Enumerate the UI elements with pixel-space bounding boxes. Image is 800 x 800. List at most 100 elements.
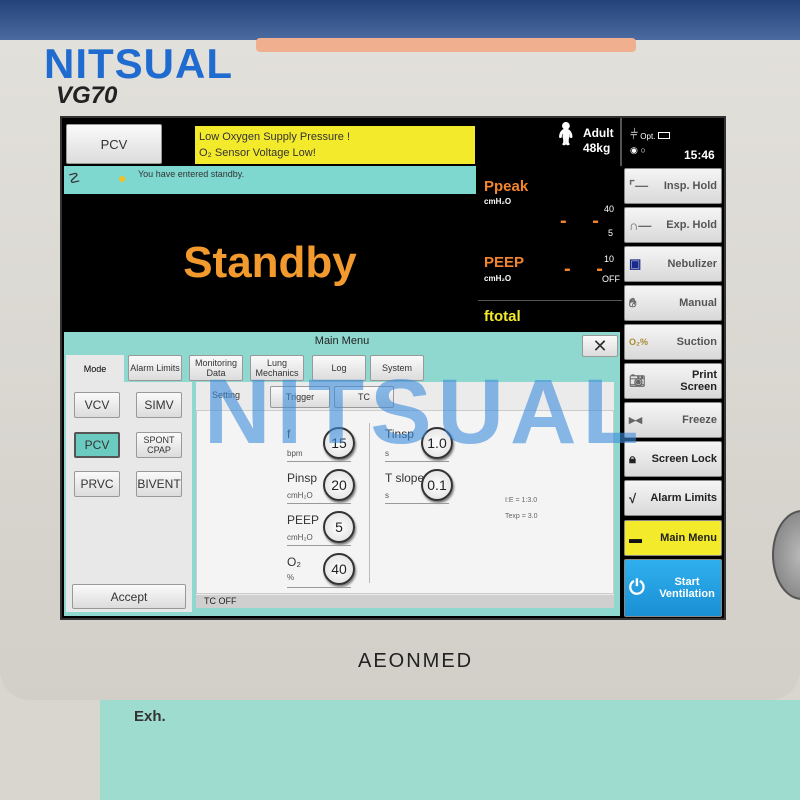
patient-weight: 48kg	[582, 141, 611, 155]
button-label: Main Menu	[660, 532, 717, 544]
peep-unit: cmH₂O	[484, 274, 512, 283]
param-label: Tinsp	[385, 427, 414, 441]
mode-pcv[interactable]: PCV	[74, 432, 120, 458]
battery-icon	[657, 132, 670, 139]
tab-system[interactable]: System	[370, 355, 424, 381]
device-lower-panel	[100, 700, 800, 800]
pinsp-dial[interactable]: 20	[323, 469, 355, 501]
param-label: f	[287, 427, 291, 441]
lightbulb-icon: ●	[118, 170, 127, 186]
param-unit: s	[385, 491, 389, 500]
divider	[287, 503, 351, 504]
button-label: Manual	[679, 297, 717, 309]
tab-alarm-limits[interactable]: Alarm Limits	[128, 355, 182, 381]
alarm-message: O₂ Sensor Voltage Low!	[199, 147, 316, 159]
tab-lung-mechanics[interactable]: Lung Mechanics	[250, 355, 304, 381]
person-icon: 🧍︎	[552, 121, 580, 146]
peep-dial[interactable]: 5	[323, 511, 355, 543]
param-label: T slope	[385, 471, 425, 485]
ppeak-unit: cmH₂O	[484, 197, 512, 206]
subtab-trigger[interactable]: Trigger	[270, 386, 330, 408]
main-menu-button[interactable]: ▬ Main Menu	[624, 520, 722, 556]
screen-lock-button[interactable]: 🔒︎ Screen Lock	[624, 441, 722, 477]
patient-info[interactable]: 🧍︎ Adult 48kg	[552, 121, 614, 156]
button-label: Alarm Limits	[650, 492, 717, 504]
accept-button[interactable]: Accept	[72, 584, 186, 609]
menu-icon: ▬	[629, 530, 642, 546]
camera-icon: 📷︎	[629, 373, 646, 388]
o2-dial[interactable]: 40	[323, 553, 355, 585]
dialog-title: Main Menu	[314, 335, 370, 347]
message-bar: ☡ ● You have entered standby.	[64, 166, 476, 194]
ie-ratio: I:E = 1:3.0	[505, 497, 538, 504]
mode-bivent[interactable]: BIVENT	[136, 471, 182, 497]
f-dial[interactable]: 15	[323, 427, 355, 459]
monitoring-panel: Ppeak cmH₂O 40 - - 5 PEEP cmH₂O 10 - - O…	[478, 166, 622, 332]
param-unit: %	[287, 573, 295, 582]
tab-mode[interactable]: Mode	[66, 355, 124, 383]
insp-hold-button[interactable]: ⌜— Insp. Hold	[624, 168, 722, 204]
exp-hold-icon: ∩—	[629, 217, 652, 233]
alarm-limits-button[interactable]: √ Alarm Limits	[624, 480, 722, 516]
param-unit: bpm	[287, 449, 303, 458]
main-menu-dialog: Main Menu ✕ Mode Alarm Limits Monitoring…	[64, 332, 620, 616]
lock-icon: 🔒︎	[629, 451, 636, 466]
param-label: O₂	[287, 555, 301, 569]
mode-prvc[interactable]: PRVC	[74, 471, 120, 497]
tslope-dial[interactable]: 0.1	[421, 469, 453, 501]
settings-content: f bpm 15 Pinsp cmH₂O 20 PEEP cmH₂O 5 O₂ …	[196, 410, 614, 594]
exp-hold-button[interactable]: ∩— Exp. Hold	[624, 207, 722, 243]
ftotal-label: ftotal	[484, 308, 521, 325]
current-mode-button[interactable]: PCV	[66, 124, 162, 164]
button-label: Exp. Hold	[666, 219, 717, 231]
manufacturer-logo: AEONMED	[358, 650, 474, 672]
divider	[369, 423, 370, 583]
subtab-tc[interactable]: TC	[334, 386, 394, 408]
ventilator-screen: PCV Low Oxygen Supply Pressure ! O₂ Sens…	[60, 116, 726, 620]
mode-vcv[interactable]: VCV	[74, 392, 120, 418]
button-label: Screen Lock	[651, 453, 717, 465]
start-ventilation-button[interactable]: ⏻ Start Ventilation	[624, 559, 722, 617]
suction-icon: O₂%	[629, 337, 649, 347]
close-button[interactable]: ✕	[582, 335, 618, 357]
freeze-button[interactable]: ▸◂ Freeze	[624, 402, 722, 438]
button-label: Nebulizer	[667, 258, 717, 270]
tinsp-dial[interactable]: 1.0	[421, 427, 453, 459]
subtab-setting[interactable]: Setting	[212, 390, 240, 400]
print-screen-button[interactable]: 📷︎ Print Screen	[624, 363, 722, 399]
mode-spont-cpap[interactable]: SPONT CPAP	[136, 432, 182, 458]
divider	[385, 461, 449, 462]
peep-label: PEEP	[484, 254, 525, 271]
power-icon: ⏻	[629, 576, 645, 599]
alarm-banner[interactable]: Low Oxygen Supply Pressure ! O₂ Sensor V…	[195, 126, 475, 164]
manual-button[interactable]: ✋︎ Manual	[624, 285, 722, 321]
button-label: Freeze	[682, 414, 717, 426]
divider	[287, 545, 351, 546]
divider	[287, 587, 351, 588]
ppeak-low-limit: 5	[608, 228, 614, 238]
power-label: Opt.	[640, 132, 656, 141]
divider	[478, 300, 622, 301]
alarm-limits-icon: √	[629, 490, 637, 506]
freeze-icon: ▸◂	[629, 412, 643, 427]
texp-value: Texp = 3.0	[505, 513, 538, 520]
param-label: Pinsp	[287, 471, 318, 485]
exhalation-port-label: Exh.	[134, 708, 166, 725]
divider	[385, 503, 449, 504]
tab-log[interactable]: Log	[312, 355, 366, 381]
divider	[620, 118, 622, 166]
tab-monitoring-data[interactable]: Monitoring Data	[189, 355, 243, 381]
mode-simv[interactable]: SIMV	[136, 392, 182, 418]
button-label: Print Screen	[680, 369, 717, 393]
button-label: Insp. Hold	[663, 180, 717, 192]
param-unit: s	[385, 449, 389, 458]
suction-button[interactable]: O₂% Suction	[624, 324, 722, 360]
patient-type: Adult	[582, 126, 614, 140]
button-label: Suction	[676, 336, 717, 348]
nebulizer-button[interactable]: ▣ Nebulizer	[624, 246, 722, 282]
param-label: PEEP	[287, 513, 320, 527]
power-source-indicator: ◉ ○	[630, 145, 646, 155]
param-unit: cmH₂O	[287, 533, 313, 542]
brand-logo: NITSUAL	[44, 40, 233, 87]
standby-message: You have entered standby.	[138, 169, 245, 179]
